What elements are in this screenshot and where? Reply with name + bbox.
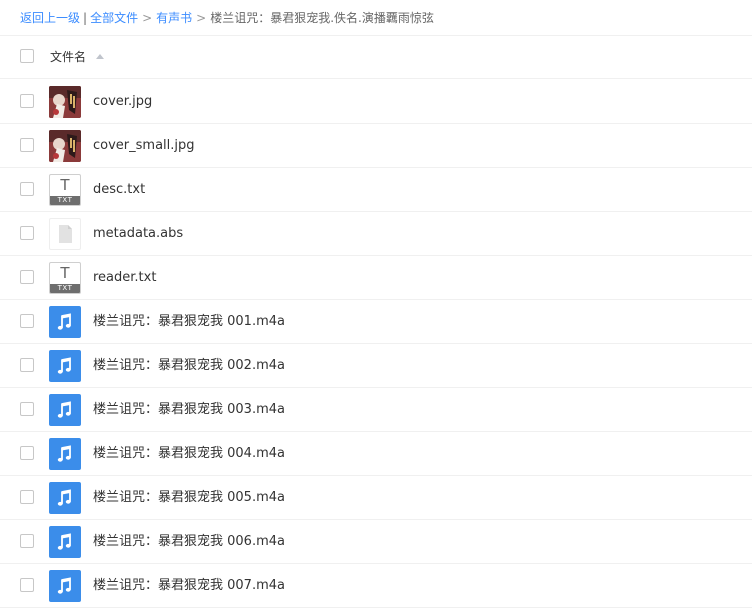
- text-glyph-icon: T: [60, 264, 70, 282]
- sort-ascending-icon[interactable]: [96, 54, 104, 59]
- row-checkbox[interactable]: [20, 446, 34, 460]
- current-folder: 楼兰诅咒：暴君狠宠我.佚名.演播覊雨惊弦: [210, 11, 434, 25]
- file-name[interactable]: cover_small.jpg: [93, 124, 195, 167]
- music-note-icon: [49, 350, 81, 382]
- select-all-checkbox[interactable]: [20, 49, 34, 63]
- file-name[interactable]: 楼兰诅咒：暴君狠宠我 002.m4a: [93, 344, 285, 387]
- file-row[interactable]: 楼兰诅咒：暴君狠宠我 001.m4a: [0, 300, 752, 344]
- image-thumbnail: [49, 130, 81, 162]
- row-checkbox[interactable]: [20, 138, 34, 152]
- file-name[interactable]: reader.txt: [93, 256, 156, 299]
- file-name[interactable]: 楼兰诅咒：暴君狠宠我 001.m4a: [93, 300, 285, 343]
- file-row[interactable]: 楼兰诅咒：暴君狠宠我 006.m4a: [0, 520, 752, 564]
- text-glyph-icon: T: [60, 176, 70, 194]
- music-note-icon: [49, 438, 81, 470]
- file-name[interactable]: metadata.abs: [93, 212, 183, 255]
- row-checkbox[interactable]: [20, 490, 34, 504]
- audiobooks-link[interactable]: 有声书: [156, 11, 192, 25]
- file-row[interactable]: 楼兰诅咒：暴君狠宠我 007.m4a: [0, 564, 752, 608]
- music-note-icon: [49, 526, 81, 558]
- music-note-icon: [49, 482, 81, 514]
- file-name[interactable]: cover.jpg: [93, 80, 152, 123]
- file-name[interactable]: 楼兰诅咒：暴君狠宠我 003.m4a: [93, 388, 285, 431]
- file-row[interactable]: 楼兰诅咒：暴君狠宠我 004.m4a: [0, 432, 752, 476]
- file-row[interactable]: T TXT reader.txt: [0, 256, 752, 300]
- txt-label-band: TXT: [50, 284, 80, 293]
- row-checkbox[interactable]: [20, 358, 34, 372]
- breadcrumb-divider: |: [83, 11, 88, 25]
- txt-label-band: TXT: [50, 196, 80, 205]
- row-checkbox[interactable]: [20, 270, 34, 284]
- breadcrumb: 返回上一级 | 全部文件 > 有声书 > 楼兰诅咒：暴君狠宠我.佚名.演播覊雨惊弦: [20, 8, 434, 28]
- file-list: cover.jpg cover_small.jpg T TXT desc.txt meta…: [0, 80, 752, 608]
- file-name[interactable]: 楼兰诅咒：暴君狠宠我 007.m4a: [93, 564, 285, 607]
- row-checkbox[interactable]: [20, 226, 34, 240]
- music-note-icon: [49, 570, 81, 602]
- row-checkbox[interactable]: [20, 182, 34, 196]
- txt-file-icon: T TXT: [49, 262, 81, 294]
- file-row[interactable]: 楼兰诅咒：暴君狠宠我 005.m4a: [0, 476, 752, 520]
- txt-file-icon: T TXT: [49, 174, 81, 206]
- row-checkbox[interactable]: [20, 314, 34, 328]
- music-note-icon: [49, 306, 81, 338]
- file-row[interactable]: 楼兰诅咒：暴君狠宠我 002.m4a: [0, 344, 752, 388]
- all-files-link[interactable]: 全部文件: [90, 11, 138, 25]
- file-row[interactable]: 楼兰诅咒：暴君狠宠我 003.m4a: [0, 388, 752, 432]
- file-name[interactable]: desc.txt: [93, 168, 145, 211]
- file-name[interactable]: 楼兰诅咒：暴君狠宠我 005.m4a: [93, 476, 285, 519]
- file-row[interactable]: cover.jpg: [0, 80, 752, 124]
- row-checkbox[interactable]: [20, 94, 34, 108]
- music-note-icon: [49, 394, 81, 426]
- image-thumbnail: [49, 86, 81, 118]
- row-checkbox[interactable]: [20, 402, 34, 416]
- breadcrumb-separator: >: [142, 11, 153, 25]
- row-checkbox[interactable]: [20, 534, 34, 548]
- file-row[interactable]: cover_small.jpg: [0, 124, 752, 168]
- generic-file-icon: [49, 218, 81, 250]
- breadcrumb-separator: >: [196, 11, 207, 25]
- file-row[interactable]: metadata.abs: [0, 212, 752, 256]
- file-name[interactable]: 楼兰诅咒：暴君狠宠我 004.m4a: [93, 432, 285, 475]
- row-checkbox[interactable]: [20, 578, 34, 592]
- file-name[interactable]: 楼兰诅咒：暴君狠宠我 006.m4a: [93, 520, 285, 563]
- column-header-filename[interactable]: 文件名: [50, 36, 86, 78]
- back-link[interactable]: 返回上一级: [20, 11, 80, 25]
- file-list-header: 文件名: [0, 35, 752, 79]
- file-row[interactable]: T TXT desc.txt: [0, 168, 752, 212]
